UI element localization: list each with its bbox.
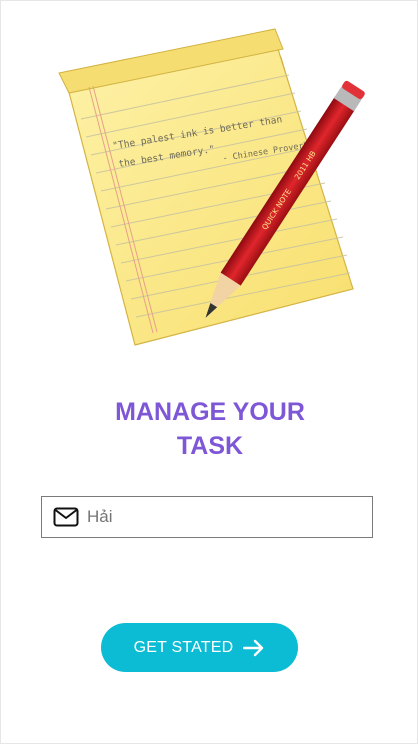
get-started-label: GET STATED <box>133 638 234 656</box>
notepad-pencil-illustration: "The palest ink is better than the best … <box>58 28 365 346</box>
mail-icon <box>53 507 79 527</box>
arrow-right-icon <box>243 639 264 656</box>
name-input[interactable] <box>87 507 357 527</box>
name-field[interactable] <box>41 496 373 538</box>
title-line-2: TASK <box>176 432 244 460</box>
page-title: MANAGE YOUR TASK <box>1 395 418 463</box>
title-line-1: MANAGE YOUR <box>115 398 305 426</box>
app-screen: "The palest ink is better than the best … <box>0 0 418 744</box>
get-started-button[interactable]: GET STATED <box>101 623 298 672</box>
notepad-graphic: "The palest ink is better than the best … <box>58 28 354 346</box>
